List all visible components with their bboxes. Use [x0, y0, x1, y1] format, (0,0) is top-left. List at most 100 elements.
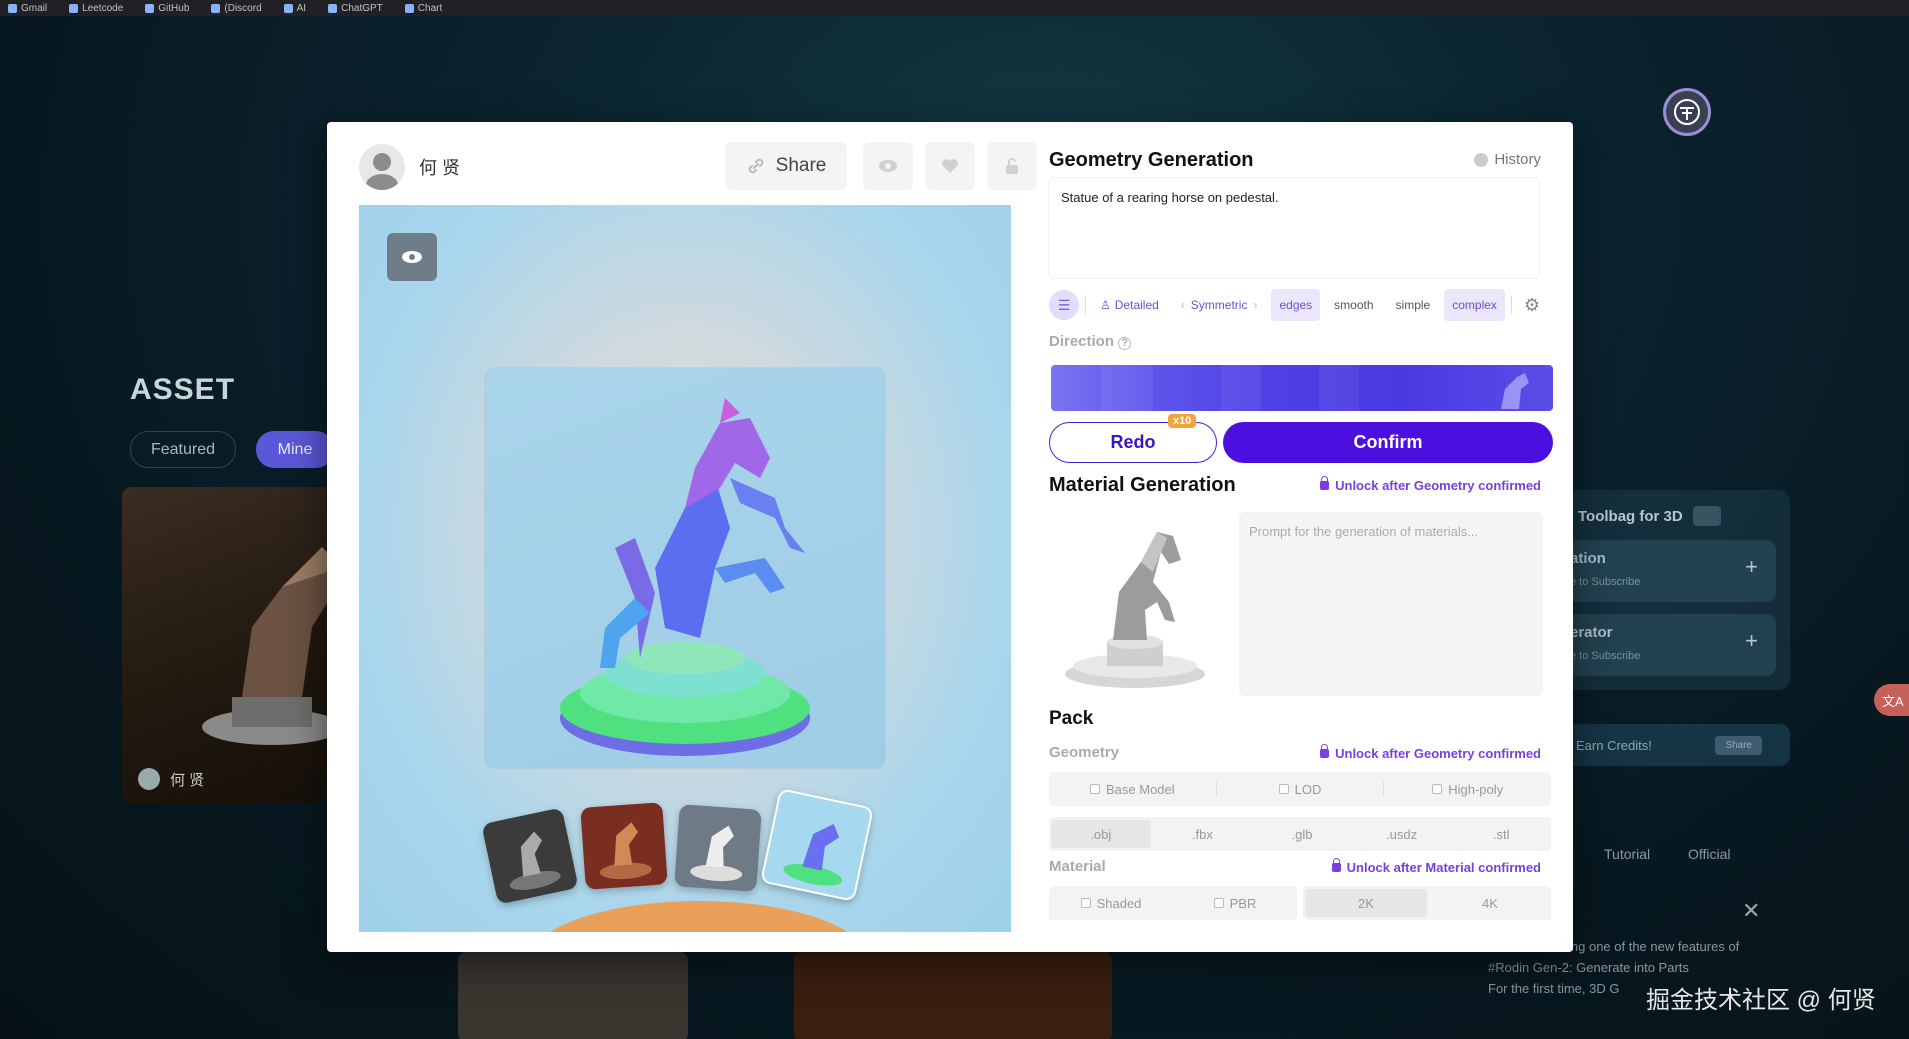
bookmark-icon	[145, 3, 155, 13]
side-item-generation[interactable]: ation e to Subscribe +	[1566, 540, 1776, 602]
style-thumb-normal-selected[interactable]	[760, 788, 874, 902]
format-fbx[interactable]: .fbx	[1153, 817, 1253, 851]
material-title: Material Generation	[1049, 474, 1236, 496]
user-avatar-button[interactable]	[1663, 88, 1711, 136]
close-icon[interactable]: ✕	[1742, 898, 1760, 924]
option-high-poly[interactable]: High-poly	[1384, 772, 1551, 806]
redo-cost-badge: x10	[1168, 414, 1197, 428]
asset-card-model-image	[202, 547, 342, 745]
format-obj[interactable]: .obj	[1051, 820, 1151, 848]
history-button[interactable]: History	[1474, 151, 1541, 168]
tab-mine[interactable]: Mine	[256, 431, 334, 468]
link-icon	[748, 158, 763, 174]
checkbox[interactable]	[1278, 784, 1289, 794]
geometry-options: Base Model LOD High-poly	[1049, 772, 1551, 806]
style-carousel	[481, 788, 909, 915]
checkbox[interactable]	[1080, 898, 1091, 908]
format-options: .obj .fbx .glb .usdz .stl	[1049, 817, 1551, 851]
horse-silhouette-icon	[1501, 373, 1529, 409]
bookmark[interactable]: (Discord	[211, 3, 262, 14]
resolution-options: 2K 4K	[1303, 886, 1551, 920]
gallery-thumb-bitcoin[interactable]	[794, 952, 1112, 1039]
bookmark[interactable]: GitHub	[145, 3, 189, 14]
like-button[interactable]	[925, 142, 975, 190]
tag-edges[interactable]: edges	[1271, 289, 1321, 321]
toggle-view-button[interactable]	[387, 233, 437, 281]
horse-statue-gray-image	[1065, 532, 1205, 688]
direction-slider[interactable]	[1051, 365, 1553, 411]
author-name: 何 贤	[419, 158, 461, 178]
material-prompt-input[interactable]: Prompt for the generation of materials..…	[1239, 512, 1543, 696]
view-button[interactable]	[863, 142, 913, 190]
gallery-thumb-dog[interactable]	[458, 952, 688, 1039]
translate-icon[interactable]: 文A	[1874, 684, 1909, 716]
option-base-model[interactable]: Base Model	[1049, 772, 1216, 806]
bookmark[interactable]: Gmail	[8, 3, 47, 14]
geometry-prompt-input[interactable]: Statue of a rearing horse on pedestal.	[1049, 178, 1539, 278]
redo-button[interactable]: Redo	[1049, 422, 1217, 463]
share-chip[interactable]: Share	[1715, 735, 1762, 755]
tag-detailed[interactable]: ♙ Detailed	[1092, 289, 1167, 321]
divider	[1510, 296, 1512, 314]
bookmark-icon	[8, 3, 17, 13]
pack-material-label: Material	[1049, 858, 1106, 875]
bookmark[interactable]: ChatGPT	[328, 3, 383, 14]
bookmark-icon	[328, 3, 338, 13]
gear-icon[interactable]: ⚙	[1518, 291, 1546, 319]
tag-complex[interactable]: complex	[1444, 289, 1505, 321]
plus-icon[interactable]: +	[1745, 554, 1758, 580]
option-shaded[interactable]: Shaded	[1049, 886, 1173, 920]
geometry-tags: ☰ ♙ Detailed ‹ Symmetric › edges smooth …	[1049, 288, 1549, 322]
model-viewer[interactable]	[359, 205, 1011, 932]
tag-smooth[interactable]: smooth	[1326, 289, 1381, 321]
eye-icon	[879, 160, 897, 172]
pack-material-lock-notice: Unlock after Material confirmed	[1331, 858, 1541, 875]
bookmark-icon	[404, 3, 414, 13]
style-thumb-silver[interactable]	[674, 804, 762, 892]
direction-segment[interactable]	[1101, 365, 1153, 411]
checkbox[interactable]	[1090, 784, 1100, 794]
bookmark[interactable]: AI	[283, 3, 306, 14]
bookmark[interactable]: Chart	[404, 3, 442, 14]
model-render	[485, 368, 885, 768]
official-link[interactable]: Official	[1688, 846, 1731, 862]
help-icon[interactable]: ?	[1118, 336, 1132, 350]
bookmark-icon	[69, 3, 79, 13]
style-thumb-bronze[interactable]	[580, 802, 668, 890]
generation-panel: Geometry Generation History Statue of a …	[1027, 122, 1573, 952]
plus-icon[interactable]: +	[1745, 628, 1758, 654]
resolution-4k[interactable]: 4K	[1429, 886, 1551, 920]
bookmark[interactable]: Leetcode	[69, 3, 123, 14]
format-usdz[interactable]: .usdz	[1352, 817, 1452, 851]
pack-title: Pack	[1049, 708, 1094, 729]
lock-icon	[1331, 858, 1341, 872]
option-lod[interactable]: LOD	[1217, 772, 1384, 806]
asset-card[interactable]: 何 贤	[122, 487, 342, 804]
bookmark-icon	[283, 3, 293, 13]
tag-symmetric[interactable]: ‹ Symmetric ›	[1173, 289, 1266, 321]
asset-modal: 何 贤 Share Geometry Generation History St…	[327, 122, 1573, 952]
earn-credits-banner[interactable]: Earn Credits! Share	[1566, 724, 1790, 766]
direction-segment[interactable]	[1221, 365, 1261, 411]
share-button[interactable]: Share	[725, 142, 847, 190]
direction-segment[interactable]	[1319, 365, 1359, 411]
copy-icon[interactable]	[1692, 506, 1721, 526]
tag-simple[interactable]: simple	[1388, 289, 1439, 321]
format-stl[interactable]: .stl	[1451, 817, 1551, 851]
confirm-button[interactable]: Confirm	[1223, 422, 1553, 463]
eye-icon	[402, 251, 422, 263]
format-glb[interactable]: .glb	[1252, 817, 1352, 851]
checkbox[interactable]	[1432, 784, 1443, 794]
tutorial-link[interactable]: Tutorial	[1604, 846, 1650, 862]
direction-label: Direction ?	[1049, 333, 1132, 350]
tags-menu-icon[interactable]: ☰	[1049, 290, 1079, 320]
style-thumb-stone[interactable]	[481, 807, 579, 905]
chevron-left-icon: ‹	[1180, 298, 1185, 312]
option-pbr[interactable]: PBR	[1173, 886, 1297, 920]
lock-icon	[1320, 476, 1330, 490]
tab-featured[interactable]: Featured	[130, 431, 236, 468]
checkbox[interactable]	[1213, 898, 1224, 908]
side-item-generator[interactable]: erator e to Subscribe +	[1566, 614, 1776, 676]
pack-geometry-lock-notice: Unlock after Geometry confirmed	[1320, 744, 1541, 761]
resolution-2k[interactable]: 2K	[1305, 889, 1427, 917]
